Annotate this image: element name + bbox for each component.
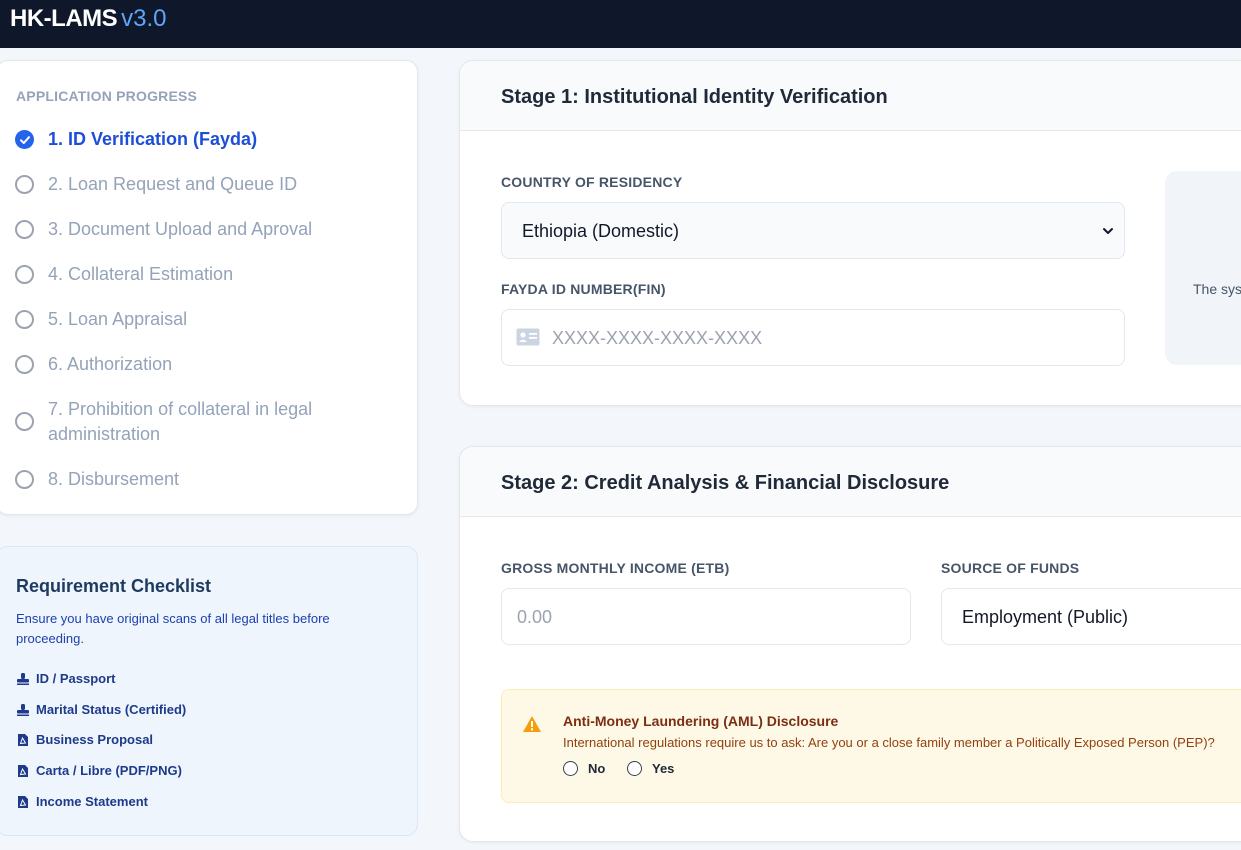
pdf-file-icon [16, 764, 30, 778]
app-brand: HK-LAMS v3.0 [10, 5, 167, 33]
checklist-title: Requirement Checklist [16, 576, 212, 596]
pep-radio-no-label: No [588, 761, 606, 776]
checklist-item: ID / Passport [16, 671, 115, 686]
country-label: COUNTRY OF RESIDENCY [501, 174, 683, 190]
aml-title: Anti-Money Laundering (AML) Disclosure [563, 713, 839, 729]
pep-radio-no[interactable]: No [563, 761, 605, 776]
pdf-file-icon [16, 733, 30, 747]
step-authorization[interactable]: 6. Authorization [15, 352, 348, 377]
checklist-item: Business Proposal [16, 732, 153, 747]
step-label: 7. Prohibition of collateral in legal ad… [48, 399, 313, 444]
step-id-verification[interactable]: 1. ID Verification (Fayda) [15, 127, 348, 152]
empty-circle-icon [15, 220, 34, 239]
checklist-item-label: Marital Status (Certified) [36, 702, 187, 717]
step-label: 4. Collateral Estimation [48, 264, 234, 284]
empty-circle-icon [15, 175, 34, 194]
progress-title: APPLICATION PROGRESS [16, 88, 198, 104]
country-select[interactable]: Ethiopia (Domestic) [501, 202, 1125, 259]
fayda-id-placeholder: XXXX-XXXX-XXXX-XXXX [552, 328, 763, 348]
checklist-item-label: ID / Passport [36, 671, 116, 686]
aml-disclosure: Anti-Money Laundering (AML) Disclosure I… [501, 689, 1241, 803]
checklist-item: Carta / Libre (PDF/PNG) [16, 763, 182, 778]
step-loan-appraisal[interactable]: 5. Loan Appraisal [15, 307, 348, 332]
stage-2-title: Stage 2: Credit Analysis & Financial Dis… [501, 472, 950, 494]
checklist-item: Income Statement [16, 794, 148, 809]
pep-radio-yes-label: Yes [652, 761, 675, 776]
step-document-upload[interactable]: 3. Document Upload and Aproval [15, 217, 348, 242]
step-label: 3. Document Upload and Aproval [48, 219, 313, 239]
step-label: 6. Authorization [48, 354, 173, 374]
stage-2-card: Stage 2: Credit Analysis & Financial Dis… [459, 446, 1241, 842]
gross-income-placeholder: 0.00 [517, 607, 553, 627]
empty-circle-icon [15, 470, 34, 489]
checklist-item-label: Carta / Libre (PDF/PNG) [36, 763, 182, 778]
fayda-id-input[interactable]: XXXX-XXXX-XXXX-XXXX [501, 309, 1125, 366]
step-label: 1. ID Verification (Fayda) [48, 129, 258, 149]
pep-radio-yes[interactable]: Yes [627, 761, 674, 776]
step-disbursement[interactable]: 8. Disbursement [15, 467, 348, 492]
empty-circle-icon [15, 412, 34, 431]
stamp-icon [16, 672, 30, 686]
source-of-funds-value: Employment (Public) [962, 607, 1129, 627]
top-bar: HK-LAMS v3.0 [0, 0, 1241, 48]
radio-circle[interactable] [563, 761, 578, 776]
step-loan-request[interactable]: 2. Loan Request and Queue ID [15, 172, 348, 197]
stamp-icon [16, 703, 30, 717]
pdf-file-icon [16, 795, 30, 809]
check-circle-icon [15, 130, 34, 149]
checklist-item-label: Income Statement [36, 794, 148, 809]
warning-icon [523, 716, 541, 732]
step-collateral-estimation[interactable]: 4. Collateral Estimation [15, 262, 348, 287]
application-progress-card: APPLICATION PROGRESS 1. ID Verification … [0, 60, 418, 515]
id-card-icon [516, 328, 540, 346]
country-select-value: Ethiopia (Domestic) [522, 221, 680, 241]
chevron-down-icon [1103, 228, 1113, 234]
gross-income-input[interactable]: 0.00 [501, 588, 911, 645]
empty-circle-icon [15, 310, 34, 329]
app-name: HK-LAMS [10, 5, 118, 32]
gross-income-label: GROSS MONTHLY INCOME (ETB) [501, 560, 730, 576]
step-label: 8. Disbursement [48, 469, 180, 489]
step-label: 5. Loan Appraisal [48, 309, 188, 329]
checklist-item: Marital Status (Certified) [16, 702, 186, 717]
step-label: 2. Loan Request and Queue ID [48, 174, 298, 194]
step-prohibition-of-collateral[interactable]: 7. Prohibition of collateral in legal ad… [15, 397, 348, 447]
requirement-checklist-card: Requirement Checklist Ensure you have or… [0, 546, 418, 836]
stage-1-card: Stage 1: Institutional Identity Verifica… [459, 60, 1241, 406]
verification-info-text: The sys [1193, 281, 1241, 297]
source-of-funds-label: SOURCE OF FUNDS [941, 560, 1080, 576]
checklist-item-label: Business Proposal [36, 732, 154, 747]
verification-info-panel: The sys [1165, 171, 1241, 365]
empty-circle-icon [15, 355, 34, 374]
radio-circle[interactable] [627, 761, 642, 776]
aml-question: International regulations require us to … [563, 735, 1215, 750]
empty-circle-icon [15, 265, 34, 284]
source-of-funds-select[interactable]: Employment (Public) [941, 588, 1241, 645]
app-version: v3.0 [121, 5, 167, 32]
fayda-id-label: FAYDA ID NUMBER(FIN) [501, 281, 666, 297]
stage-1-title: Stage 1: Institutional Identity Verifica… [501, 86, 888, 108]
checklist-description: Ensure you have original scans of all le… [16, 611, 330, 646]
